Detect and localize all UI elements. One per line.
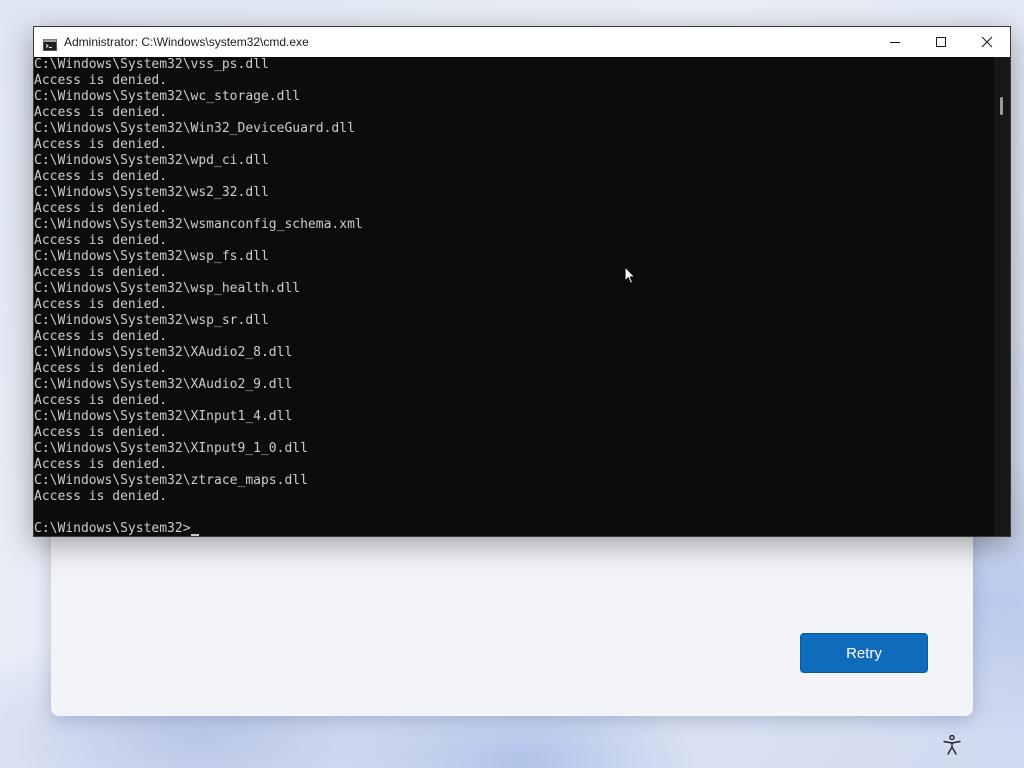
console-line: C:\Windows\System32\Win32_DeviceGuard.dl… <box>34 121 355 136</box>
console-line: Access is denied. <box>34 233 168 248</box>
console-line: Access is denied. <box>34 329 168 344</box>
console-line: C:\Windows\System32\wpd_ci.dll <box>34 153 269 168</box>
console-line: Access is denied. <box>34 489 168 504</box>
command-prompt-line[interactable]: C:\Windows\System32> <box>34 521 994 536</box>
console-line: Access is denied. <box>34 393 168 408</box>
console-line: C:\Windows\System32\wsmanconfig_schema.x… <box>34 217 363 232</box>
scrollbar-thumb[interactable] <box>1000 97 1003 115</box>
console-line: C:\Windows\System32\wc_storage.dll <box>34 89 301 104</box>
title-bar[interactable]: Administrator: C:\Windows\system32\cmd.e… <box>34 27 1010 57</box>
retry-button[interactable]: Retry <box>800 633 928 673</box>
close-button[interactable] <box>964 27 1010 57</box>
console-line: Access is denied. <box>34 425 168 440</box>
console-line: Access is denied. <box>34 137 168 152</box>
console-line: Access is denied. <box>34 105 168 120</box>
vertical-scrollbar[interactable] <box>994 57 1010 536</box>
mouse-pointer-icon <box>624 265 636 285</box>
console-line: Access is denied. <box>34 457 168 472</box>
console-line: Access is denied. <box>34 169 168 184</box>
console-line: C:\Windows\System32\wsp_fs.dll <box>34 249 269 264</box>
console-line: C:\Windows\System32\XInput1_4.dll <box>34 409 293 424</box>
minimize-icon <box>890 42 900 43</box>
console-line: Access is denied. <box>34 201 168 216</box>
caption-buttons <box>872 27 1010 57</box>
console-text: C:\Windows\System32\vss_ps.dll Access is … <box>34 57 994 521</box>
console-line: C:\Windows\System32\XAudio2_9.dll <box>34 377 293 392</box>
console-line: Access is denied. <box>34 73 168 88</box>
console-line: Access is denied. <box>34 265 168 280</box>
command-prompt: C:\Windows\System32> <box>34 521 191 536</box>
accessibility-icon[interactable] <box>940 733 964 757</box>
console-output[interactable]: C:\Windows\System32\vss_ps.dll Access is … <box>34 57 994 536</box>
console-line: Access is denied. <box>34 297 168 312</box>
console-line: C:\Windows\System32\wsp_sr.dll <box>34 313 269 328</box>
console-line: C:\Windows\System32\ws2_32.dll <box>34 185 269 200</box>
console-line: Access is denied. <box>34 361 168 376</box>
console-line: C:\Windows\System32\XInput9_1_0.dll <box>34 441 308 456</box>
window-title: Administrator: C:\Windows\system32\cmd.e… <box>64 35 309 49</box>
cmd-window[interactable]: Administrator: C:\Windows\system32\cmd.e… <box>33 26 1011 537</box>
maximize-icon <box>936 37 946 47</box>
console-line: C:\Windows\System32\vss_ps.dll <box>34 57 269 72</box>
console-line: C:\Windows\System32\wsp_health.dll <box>34 281 301 296</box>
console-app-icon <box>43 36 57 51</box>
console-line: C:\Windows\System32\ztrace_maps.dll <box>34 473 308 488</box>
minimize-button[interactable] <box>872 27 918 57</box>
close-icon <box>981 36 993 48</box>
console-line: C:\Windows\System32\XAudio2_8.dll <box>34 345 293 360</box>
text-cursor <box>190 534 199 536</box>
maximize-button[interactable] <box>918 27 964 57</box>
